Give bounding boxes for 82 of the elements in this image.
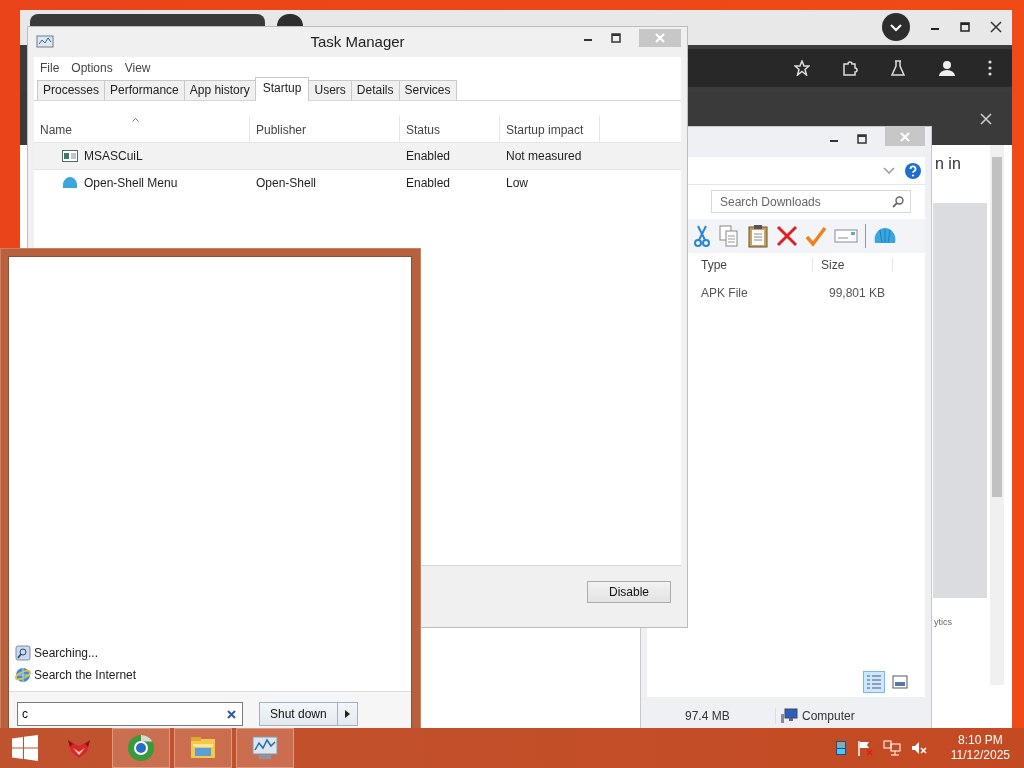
list-icon: [866, 674, 882, 690]
search-field[interactable]: c: [17, 701, 243, 726]
tab[interactable]: Services: [398, 80, 457, 100]
table-cell-text: APK File: [700, 286, 749, 300]
close-icon: [655, 33, 665, 43]
maximize-icon[interactable]: [857, 134, 867, 144]
checkmark-icon[interactable]: [805, 225, 827, 247]
shell-icon: [62, 176, 78, 190]
new-tab-button[interactable]: [277, 14, 303, 26]
column-header[interactable]: Publisher: [250, 116, 400, 142]
puzzle-icon[interactable]: [842, 60, 858, 76]
tab[interactable]: Performance: [104, 80, 185, 100]
computer-icon: [780, 708, 798, 724]
column-header[interactable]: Startup impact: [500, 116, 600, 142]
taskbar-button[interactable]: [236, 728, 294, 768]
task-manager-icon: [36, 34, 54, 50]
menu-icon[interactable]: [988, 60, 992, 76]
search-field[interactable]: Search Downloads: [711, 190, 911, 213]
battery-icon[interactable]: [834, 740, 847, 756]
tab[interactable]: App history: [183, 80, 256, 100]
search-result[interactable]: Searching...: [15, 645, 405, 661]
column-header[interactable]: Type: [693, 257, 813, 272]
clipboard-icon[interactable]: [747, 224, 769, 248]
column-header[interactable]: Name: [34, 116, 250, 142]
network-icon[interactable]: [882, 740, 901, 756]
play-arrow-icon: [344, 709, 350, 718]
search-result[interactable]: Search the Internet: [15, 667, 405, 683]
table-cell-text: Low: [505, 176, 529, 190]
scissors-icon[interactable]: [693, 224, 711, 248]
tab[interactable]: Startup: [254, 77, 310, 101]
disable-button[interactable]: Disable: [587, 580, 671, 603]
flag-icon[interactable]: [856, 740, 873, 756]
maximize-icon[interactable]: [611, 33, 621, 43]
globe-icon: [15, 667, 31, 683]
speaker-muted-icon[interactable]: [910, 740, 927, 756]
sort-caret-icon: [132, 118, 139, 122]
chart-monitor-icon: [251, 734, 279, 762]
magnifier-icon: [15, 645, 31, 661]
menu-item[interactable]: File: [40, 61, 60, 75]
flask-icon[interactable]: [890, 60, 906, 76]
page-text: ytics: [934, 617, 952, 627]
close-icon[interactable]: [990, 21, 1002, 33]
window-title: Task Manager: [310, 33, 405, 50]
shell-icon[interactable]: [873, 226, 897, 246]
status-text: Computer: [802, 709, 855, 723]
table-cell-text: Enabled: [405, 149, 452, 163]
dropdown-icon[interactable]: [882, 13, 910, 41]
table-cell-text: Open-Shell: [255, 176, 318, 190]
window-icon: [62, 150, 78, 162]
column-header[interactable]: Size: [813, 257, 893, 272]
tab[interactable]: Details: [350, 80, 400, 100]
tab[interactable]: Processes: [37, 80, 106, 100]
browser-icon: [127, 734, 155, 762]
clock[interactable]: 8:10 PM 11/12/2025: [950, 733, 1010, 763]
table-row[interactable]: MSASCuiL Enabled Not measured: [34, 143, 681, 170]
taskbar-button[interactable]: [174, 728, 232, 768]
column-header[interactable]: Status: [400, 116, 500, 142]
tab[interactable]: Users: [308, 80, 352, 100]
search-icon[interactable]: [892, 196, 904, 208]
cross-icon[interactable]: [776, 225, 798, 247]
menu-item[interactable]: View: [124, 61, 151, 75]
scrollbar[interactable]: [990, 145, 1004, 685]
taskbar-button[interactable]: [112, 728, 170, 768]
table-cell-text: Not measured: [505, 149, 583, 163]
table-cell: Open-Shell Menu: [84, 176, 178, 190]
card-icon[interactable]: [834, 227, 858, 245]
chevron-icon[interactable]: [883, 166, 895, 175]
table-cell: MSASCuiL: [84, 149, 143, 163]
clear-icon[interactable]: [227, 709, 236, 719]
help-icon[interactable]: [905, 162, 921, 179]
page-text: n in: [935, 155, 961, 173]
table-cell-text: 99,801 KB: [827, 286, 886, 300]
star-icon[interactable]: [794, 60, 810, 76]
close-icon: [900, 131, 910, 142]
menu-item[interactable]: Options: [71, 61, 113, 75]
table-cell-text: Enabled: [405, 176, 452, 190]
windows-logo-icon: [12, 735, 38, 761]
avatar-icon[interactable]: [938, 59, 956, 77]
maximize-icon[interactable]: [960, 22, 970, 32]
status-text: 97.4 MB: [685, 709, 731, 723]
table-row[interactable]: Open-Shell Menu Open-Shell Enabled Low: [34, 170, 681, 197]
picture-frame-icon: [892, 674, 908, 690]
